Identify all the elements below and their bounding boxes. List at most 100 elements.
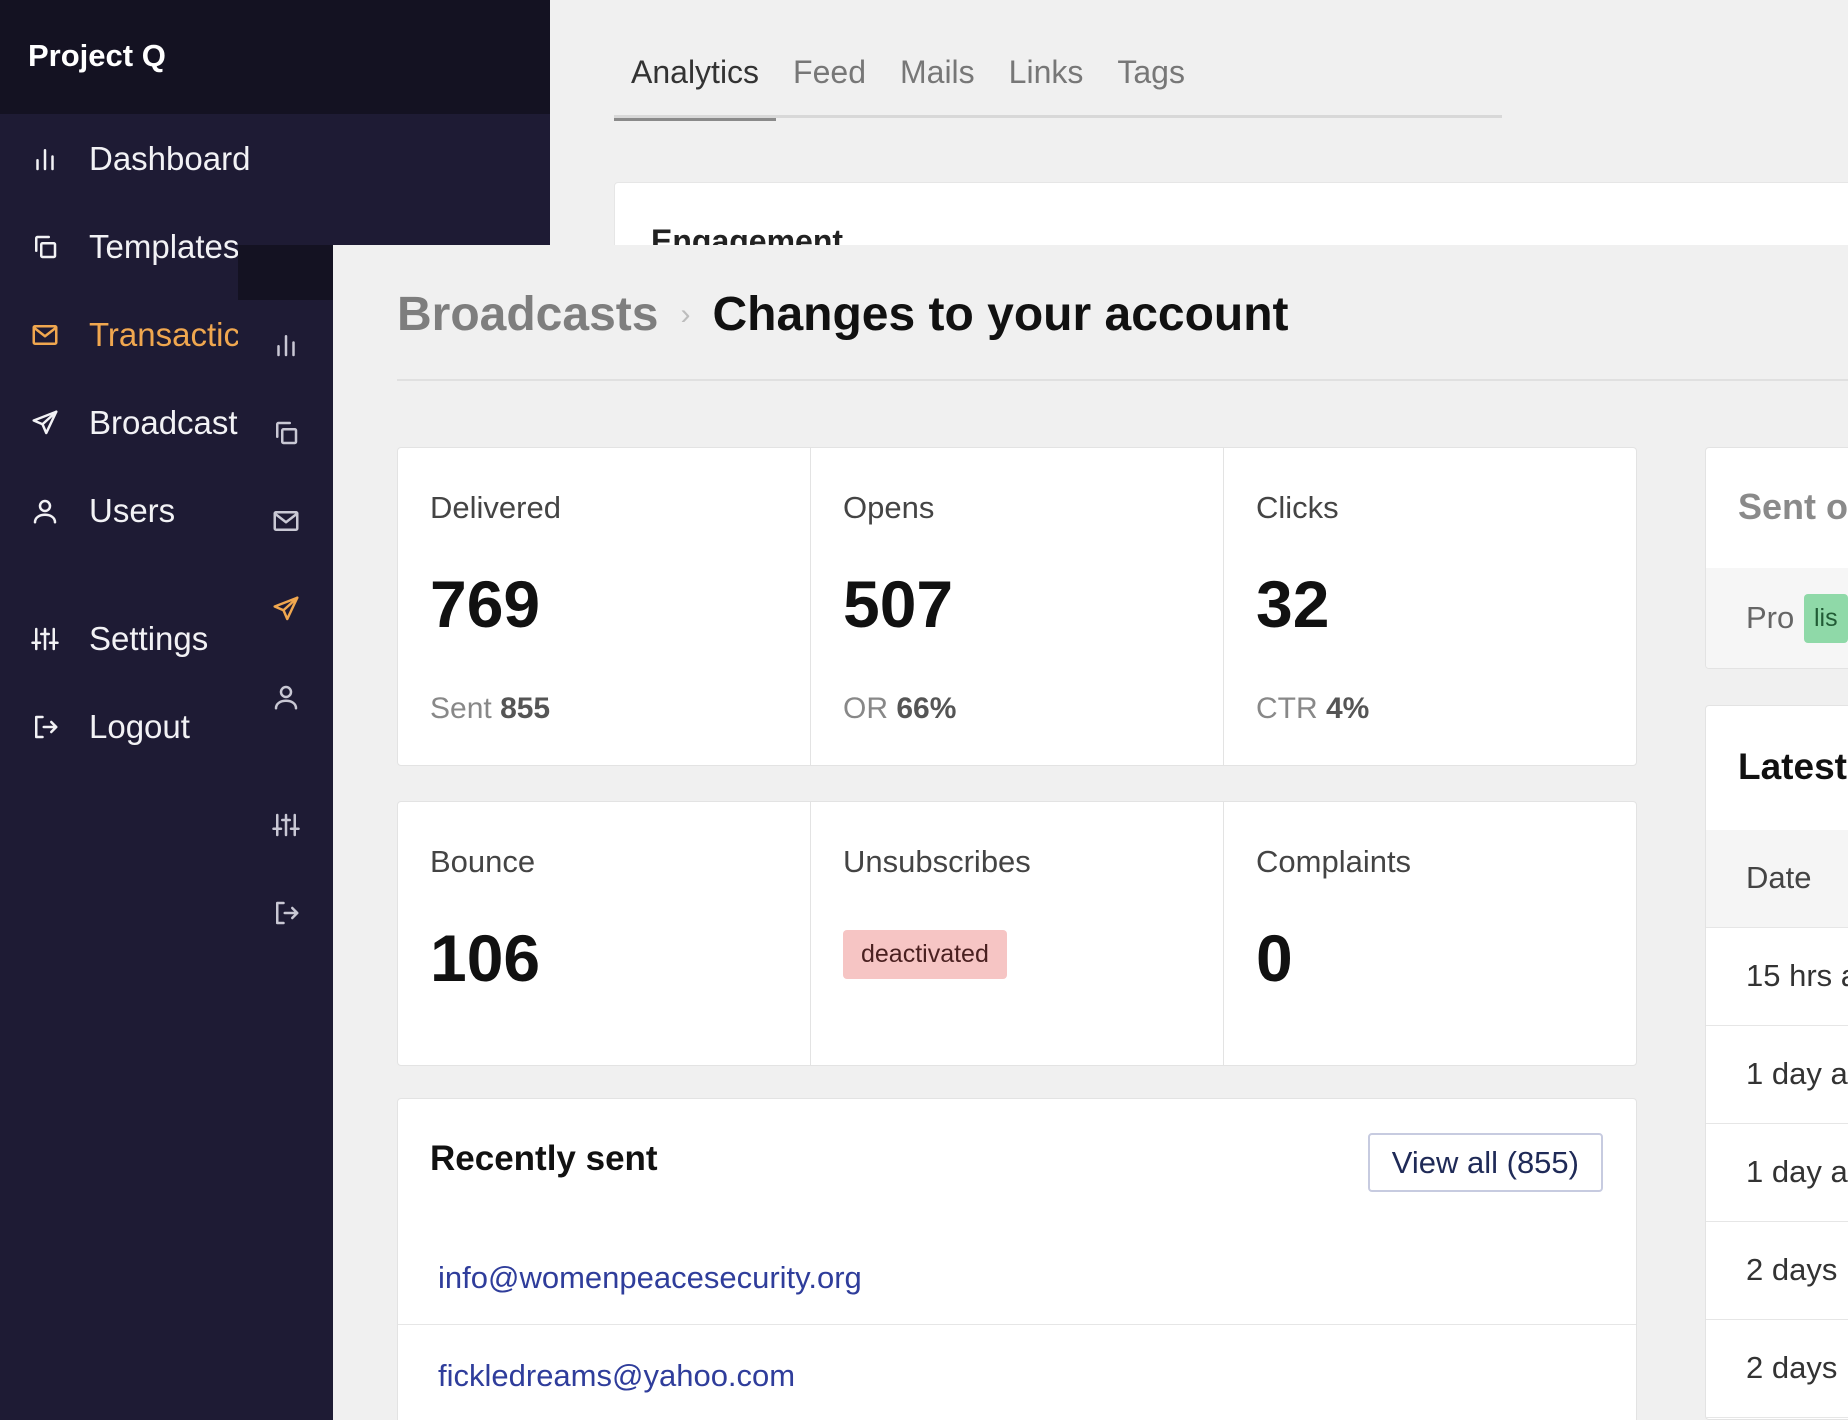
latest-card: Latest Date 15 hrs a 1 day a 1 day a 2 d… — [1705, 705, 1848, 1420]
table-row[interactable]: 15 hrs a — [1706, 928, 1848, 1026]
sidebar-item-settings[interactable]: Settings — [0, 609, 208, 669]
stat-sub: OR 66% — [843, 692, 957, 725]
rail-header — [238, 245, 333, 300]
logout-icon — [28, 710, 62, 744]
tab-bar: Analytics Feed Mails Links Tags — [614, 46, 1502, 121]
back-main-panel: Analytics Feed Mails Links Tags Engageme… — [550, 0, 1848, 262]
copy-icon — [271, 418, 301, 453]
stat-opens: Opens 507 OR 66% — [811, 448, 1224, 765]
list-row: Pro lis — [1706, 568, 1848, 668]
tab-tags[interactable]: Tags — [1100, 46, 1202, 118]
recipient-email-link[interactable]: info@womenpeacesecurity.org — [438, 1260, 862, 1296]
tab-analytics[interactable]: Analytics — [614, 46, 777, 121]
breadcrumb-parent-link[interactable]: Broadcasts — [397, 287, 658, 342]
stats-row-primary: Delivered 769 Sent 855 Opens 507 OR 66% … — [397, 447, 1637, 766]
rail-users[interactable] — [238, 669, 333, 729]
bar-chart-icon — [28, 142, 62, 176]
stat-label: Unsubscribes — [843, 844, 1031, 879]
stat-complaints: Complaints 0 — [1224, 802, 1636, 1065]
table-row[interactable]: 2 days — [1706, 1222, 1848, 1320]
icon-rail — [238, 245, 333, 1420]
list-item: info@womenpeacesecurity.org — [398, 1227, 1636, 1325]
stat-delivered: Delivered 769 Sent 855 — [398, 448, 811, 765]
table-row[interactable]: 1 day a — [1706, 1026, 1848, 1124]
sidebar-item-transactional[interactable]: Transactic — [0, 305, 240, 365]
sidebar-item-users[interactable]: Users — [0, 481, 175, 541]
stats-row-secondary: Bounce 106 Unsubscribes deactivated Comp… — [397, 801, 1637, 1066]
stat-sub: CTR 4% — [1256, 692, 1370, 725]
stat-label: Complaints — [1256, 844, 1412, 879]
copy-icon — [28, 230, 62, 264]
chevron-right-icon: › — [680, 297, 691, 331]
sent-on-title: Sent o — [1738, 486, 1848, 527]
bar-chart-icon — [271, 330, 301, 365]
tab-feed[interactable]: Feed — [776, 46, 883, 118]
table-cell-date: 15 hrs a — [1746, 958, 1848, 993]
list-tag: lis — [1804, 594, 1848, 643]
header-divider — [397, 379, 1848, 381]
app-brand: Project Q — [0, 0, 550, 114]
stat-value: 769 — [430, 567, 541, 641]
latest-title: Latest — [1738, 746, 1847, 787]
table-cell-date: 2 days — [1746, 1252, 1838, 1287]
table-row[interactable]: 1 day a — [1706, 1124, 1848, 1222]
send-icon — [28, 406, 62, 440]
sidebar-item-label: Users — [89, 492, 176, 529]
front-window: Broadcasts › Changes to your account Del… — [238, 245, 1848, 1420]
stat-value: 0 — [1256, 921, 1293, 995]
rail-transactional[interactable] — [238, 493, 333, 553]
tab-links[interactable]: Links — [992, 46, 1101, 118]
breadcrumb: Broadcasts › Changes to your account — [397, 287, 1289, 342]
sidebar-item-templates[interactable]: Templates — [0, 217, 239, 277]
mail-icon — [271, 506, 301, 541]
sidebar-item-label: Logout — [89, 708, 190, 745]
stat-label: Clicks — [1256, 490, 1339, 525]
sidebar-item-logout[interactable]: Logout — [0, 697, 190, 757]
recipient-email-link[interactable]: fickledreams@yahoo.com — [438, 1358, 795, 1394]
sidebar-item-broadcasts[interactable]: Broadcast — [0, 393, 238, 453]
page-title: Changes to your account — [712, 288, 1289, 341]
list-name: Pro — [1746, 600, 1795, 635]
sidebar-item-label: Broadcast — [89, 404, 238, 441]
table-header: Date — [1706, 830, 1848, 928]
table-cell-date: 1 day a — [1746, 1154, 1848, 1189]
user-icon — [28, 494, 62, 528]
stat-label: Bounce — [430, 844, 536, 879]
sidebar-item-label: Transactic — [89, 316, 240, 353]
sliders-icon — [28, 622, 62, 656]
sidebar-item-dashboard[interactable]: Dashboard — [0, 129, 250, 189]
user-icon — [271, 682, 301, 717]
status-badge: deactivated — [843, 930, 1007, 979]
stat-value: 32 — [1256, 567, 1330, 641]
sliders-icon — [271, 810, 301, 845]
table-cell-date: 1 day a — [1746, 1056, 1848, 1091]
stat-label: Opens — [843, 490, 935, 525]
stat-value: 507 — [843, 567, 954, 641]
rail-templates[interactable] — [238, 405, 333, 465]
stat-clicks: Clicks 32 CTR 4% — [1224, 448, 1636, 765]
mail-icon — [28, 318, 62, 352]
table-cell-date: 2 days — [1746, 1350, 1838, 1385]
sidebar-item-label: Dashboard — [89, 140, 251, 177]
rail-settings[interactable] — [238, 797, 333, 857]
rail-logout[interactable] — [238, 885, 333, 945]
list-item: fickledreams@yahoo.com — [398, 1325, 1636, 1420]
stat-label: Delivered — [430, 490, 561, 525]
sidebar-item-label: Templates — [89, 228, 240, 265]
logout-icon — [271, 898, 301, 933]
table-row[interactable]: 2 days — [1706, 1320, 1848, 1418]
stat-value: 106 — [430, 921, 541, 995]
column-header-date: Date — [1746, 860, 1812, 895]
stat-unsubscribes: Unsubscribes deactivated — [811, 802, 1224, 1065]
recently-sent-title: Recently sent — [430, 1139, 658, 1178]
tab-mails[interactable]: Mails — [883, 46, 992, 118]
rail-broadcasts[interactable] — [238, 581, 333, 641]
sidebar-item-label: Settings — [89, 620, 209, 657]
stat-bounce: Bounce 106 — [398, 802, 811, 1065]
view-all-button[interactable]: View all (855) — [1367, 1133, 1603, 1192]
rail-dashboard[interactable] — [238, 317, 333, 377]
stat-sub: Sent 855 — [430, 692, 551, 725]
recently-sent-card: Recently sent View all (855) info@womenp… — [397, 1098, 1637, 1420]
front-main-panel: Broadcasts › Changes to your account Del… — [333, 245, 1848, 1420]
send-icon — [271, 594, 301, 629]
